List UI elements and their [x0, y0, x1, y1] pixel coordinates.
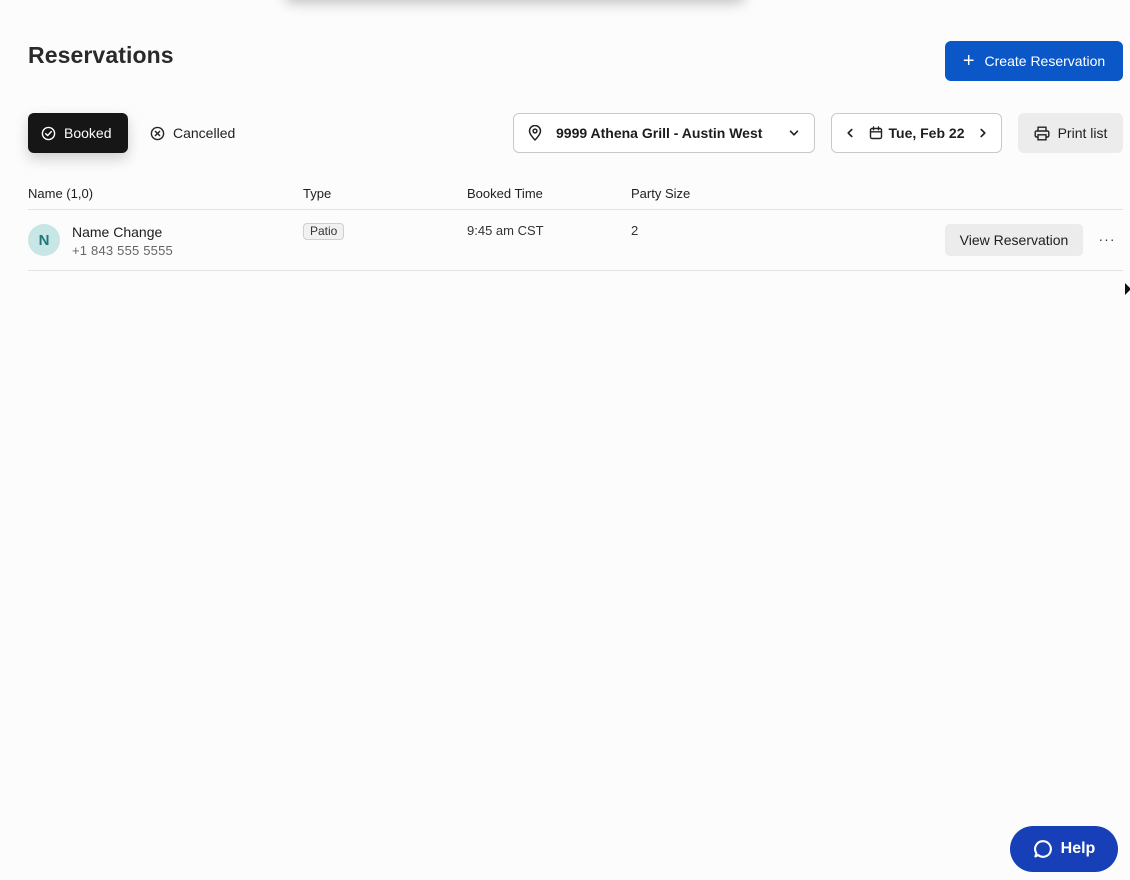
chevron-right-icon[interactable] — [977, 127, 989, 139]
print-list-button[interactable]: Print list — [1018, 113, 1123, 153]
date-navigator: Tue, Feb 22 — [831, 113, 1002, 153]
booked-tab-label: Booked — [64, 125, 112, 141]
check-circle-icon — [41, 126, 56, 140]
booked-time: 9:45 am CST — [467, 223, 544, 238]
location-value: 9999 Athena Grill - Austin West — [556, 125, 763, 141]
printer-icon — [1034, 126, 1050, 141]
help-button[interactable]: Help — [1010, 826, 1118, 872]
date-picker[interactable]: Tue, Feb 22 — [869, 125, 965, 141]
print-list-label: Print list — [1057, 125, 1108, 141]
chat-bubble-icon — [1033, 840, 1052, 858]
map-pin-icon — [528, 125, 542, 141]
cancelled-tab-label: Cancelled — [173, 125, 236, 141]
avatar: N — [28, 224, 60, 256]
row-divider — [28, 270, 1123, 271]
party-size: 2 — [631, 223, 639, 238]
table-header: Name (1,0) Type Booked Time Party Size — [0, 186, 1130, 202]
date-value: Tue, Feb 22 — [888, 125, 965, 141]
mouse-cursor-icon — [1125, 283, 1130, 295]
booked-tab[interactable]: Booked — [28, 113, 128, 153]
table-row: N Name Change +1 843 555 5555 Patio 9:45… — [0, 210, 1130, 270]
column-header-type: Type — [303, 186, 332, 201]
column-header-booked-time: Booked Time — [467, 186, 543, 201]
calendar-icon — [869, 126, 882, 140]
cancelled-tab[interactable]: Cancelled — [148, 113, 258, 153]
chevron-left-icon[interactable] — [844, 127, 856, 139]
view-reservation-button[interactable]: View Reservation — [945, 224, 1083, 256]
column-header-party-size: Party Size — [631, 186, 691, 201]
plus-icon: + — [962, 50, 975, 72]
help-label: Help — [1060, 840, 1096, 857]
type-badge: Patio — [303, 223, 345, 240]
column-header-name: Name (1,0) — [28, 186, 94, 201]
create-reservation-label: Create Reservation — [984, 53, 1106, 69]
chevron-down-icon — [789, 130, 799, 136]
create-reservation-button[interactable]: + Create Reservation — [945, 41, 1123, 81]
guest-name: Name Change — [72, 224, 163, 240]
more-options-button[interactable]: ··· — [1096, 228, 1118, 250]
x-circle-icon — [150, 126, 165, 140]
page-title: Reservations — [28, 42, 174, 68]
location-select[interactable]: 9999 Athena Grill - Austin West — [513, 113, 815, 153]
guest-phone: +1 843 555 5555 — [72, 243, 173, 258]
